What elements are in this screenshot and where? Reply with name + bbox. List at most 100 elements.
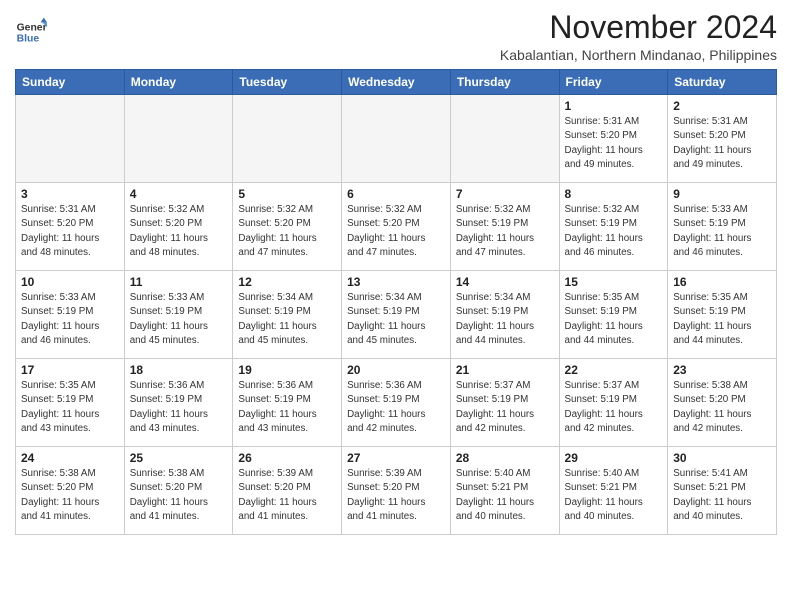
svg-text:General: General: [17, 22, 47, 33]
day-number: 25: [130, 451, 228, 465]
calendar-cell: [342, 95, 451, 183]
calendar-cell: [450, 95, 559, 183]
calendar-cell: 29 Sunrise: 5:40 AMSunset: 5:21 PMDayligh…: [559, 447, 668, 535]
day-info: Sunrise: 5:34 AMSunset: 5:19 PMDaylight:…: [347, 291, 445, 348]
weekday-friday: Friday: [559, 70, 668, 95]
weekday-sunday: Sunday: [16, 70, 125, 95]
calendar-cell: [233, 95, 342, 183]
day-info: Sunrise: 5:40 AMSunset: 5:21 PMDaylight:…: [565, 467, 663, 524]
day-info: Sunrise: 5:36 AMSunset: 5:19 PMDaylight:…: [347, 379, 445, 436]
day-info: Sunrise: 5:36 AMSunset: 5:19 PMDaylight:…: [238, 379, 336, 436]
calendar-cell: 23 Sunrise: 5:38 AMSunset: 5:20 PMDayligh…: [668, 359, 777, 447]
day-info: Sunrise: 5:35 AMSunset: 5:19 PMDaylight:…: [21, 379, 119, 436]
day-info: Sunrise: 5:33 AMSunset: 5:19 PMDaylight:…: [21, 291, 119, 348]
calendar-cell: 19Sunrise: 5:36 AMSunset: 5:19 PMDayligh…: [233, 359, 342, 447]
day-number: 28: [456, 451, 554, 465]
day-number: 18: [130, 363, 228, 377]
day-number: 20: [347, 363, 445, 377]
day-number: 10: [21, 275, 119, 289]
day-info: Sunrise: 5:35 AMSunset: 5:19 PMDaylight:…: [565, 291, 663, 348]
day-info: Sunrise: 5:35 AMSunset: 5:19 PMDaylight:…: [673, 291, 771, 348]
weekday-monday: Monday: [124, 70, 233, 95]
calendar-cell: 5 Sunrise: 5:32 AMSunset: 5:20 PMDaylight…: [233, 183, 342, 271]
day-info: Sunrise: 5:33 AMSunset: 5:19 PMDaylight:…: [673, 203, 771, 260]
day-number: 6: [347, 187, 445, 201]
day-number: 5: [238, 187, 336, 201]
day-number: 29: [565, 451, 663, 465]
weekday-tuesday: Tuesday: [233, 70, 342, 95]
day-number: 26: [238, 451, 336, 465]
calendar-cell: 30Sunrise: 5:41 AMSunset: 5:21 PMDayligh…: [668, 447, 777, 535]
weekday-wednesday: Wednesday: [342, 70, 451, 95]
day-info: Sunrise: 5:33 AMSunset: 5:19 PMDaylight:…: [130, 291, 228, 348]
calendar: SundayMondayTuesdayWednesdayThursdayFrid…: [15, 69, 777, 535]
day-number: 27: [347, 451, 445, 465]
day-info: Sunrise: 5:32 AMSunset: 5:20 PMDaylight:…: [130, 203, 228, 260]
calendar-cell: 18 Sunrise: 5:36 AMSunset: 5:19 PMDayligh…: [124, 359, 233, 447]
calendar-cell: 2 Sunrise: 5:31 AMSunset: 5:20 PMDaylight…: [668, 95, 777, 183]
day-number: 7: [456, 187, 554, 201]
day-number: 23: [673, 363, 771, 377]
day-info: Sunrise: 5:34 AMSunset: 5:19 PMDaylight:…: [238, 291, 336, 348]
calendar-cell: 11 Sunrise: 5:33 AMSunset: 5:19 PMDayligh…: [124, 271, 233, 359]
calendar-cell: 24 Sunrise: 5:38 AMSunset: 5:20 PMDayligh…: [16, 447, 125, 535]
calendar-cell: 9Sunrise: 5:33 AMSunset: 5:19 PMDaylight…: [668, 183, 777, 271]
day-number: 2: [673, 99, 771, 113]
weekday-thursday: Thursday: [450, 70, 559, 95]
calendar-cell: 13 Sunrise: 5:34 AMSunset: 5:19 PMDayligh…: [342, 271, 451, 359]
day-number: 3: [21, 187, 119, 201]
calendar-cell: 4Sunrise: 5:32 AMSunset: 5:20 PMDaylight…: [124, 183, 233, 271]
day-info: Sunrise: 5:38 AMSunset: 5:20 PMDaylight:…: [130, 467, 228, 524]
calendar-cell: 22Sunrise: 5:37 AMSunset: 5:19 PMDayligh…: [559, 359, 668, 447]
calendar-cell: 10 Sunrise: 5:33 AMSunset: 5:19 PMDayligh…: [16, 271, 125, 359]
day-info: Sunrise: 5:32 AMSunset: 5:20 PMDaylight:…: [238, 203, 336, 260]
day-info: Sunrise: 5:36 AMSunset: 5:19 PMDaylight:…: [130, 379, 228, 436]
calendar-cell: 15 Sunrise: 5:35 AMSunset: 5:19 PMDayligh…: [559, 271, 668, 359]
week-row-4: 17 Sunrise: 5:35 AMSunset: 5:19 PMDayligh…: [16, 359, 777, 447]
weekday-header-row: SundayMondayTuesdayWednesdayThursdayFrid…: [16, 70, 777, 95]
calendar-cell: 12 Sunrise: 5:34 AMSunset: 5:19 PMDayligh…: [233, 271, 342, 359]
day-info: Sunrise: 5:32 AMSunset: 5:19 PMDaylight:…: [565, 203, 663, 260]
calendar-cell: 17 Sunrise: 5:35 AMSunset: 5:19 PMDayligh…: [16, 359, 125, 447]
calendar-cell: 1Sunrise: 5:31 AMSunset: 5:20 PMDaylight…: [559, 95, 668, 183]
day-number: 24: [21, 451, 119, 465]
calendar-cell: 26 Sunrise: 5:39 AMSunset: 5:20 PMDayligh…: [233, 447, 342, 535]
calendar-cell: 8 Sunrise: 5:32 AMSunset: 5:19 PMDaylight…: [559, 183, 668, 271]
page-header: General Blue November 2024 Kabalantian, …: [15, 10, 777, 63]
day-info: Sunrise: 5:38 AMSunset: 5:20 PMDaylight:…: [673, 379, 771, 436]
calendar-cell: 27Sunrise: 5:39 AMSunset: 5:20 PMDayligh…: [342, 447, 451, 535]
calendar-cell: 16Sunrise: 5:35 AMSunset: 5:19 PMDayligh…: [668, 271, 777, 359]
day-number: 11: [130, 275, 228, 289]
month-title: November 2024: [500, 10, 777, 45]
calendar-cell: 25 Sunrise: 5:38 AMSunset: 5:20 PMDayligh…: [124, 447, 233, 535]
svg-text:Blue: Blue: [17, 34, 40, 45]
day-info: Sunrise: 5:31 AMSunset: 5:20 PMDaylight:…: [673, 115, 771, 172]
logo: General Blue: [15, 16, 47, 48]
calendar-cell: 21Sunrise: 5:37 AMSunset: 5:19 PMDayligh…: [450, 359, 559, 447]
calendar-cell: 7Sunrise: 5:32 AMSunset: 5:19 PMDaylight…: [450, 183, 559, 271]
day-number: 8: [565, 187, 663, 201]
day-number: 21: [456, 363, 554, 377]
calendar-cell: 28 Sunrise: 5:40 AMSunset: 5:21 PMDayligh…: [450, 447, 559, 535]
day-info: Sunrise: 5:39 AMSunset: 5:20 PMDaylight:…: [238, 467, 336, 524]
location: Kabalantian, Northern Mindanao, Philippi…: [500, 47, 777, 63]
logo-icon: General Blue: [15, 16, 47, 48]
day-number: 14: [456, 275, 554, 289]
day-number: 17: [21, 363, 119, 377]
day-info: Sunrise: 5:32 AMSunset: 5:20 PMDaylight:…: [347, 203, 445, 260]
day-number: 12: [238, 275, 336, 289]
week-row-3: 10 Sunrise: 5:33 AMSunset: 5:19 PMDayligh…: [16, 271, 777, 359]
calendar-cell: [16, 95, 125, 183]
day-info: Sunrise: 5:41 AMSunset: 5:21 PMDaylight:…: [673, 467, 771, 524]
day-info: Sunrise: 5:38 AMSunset: 5:20 PMDaylight:…: [21, 467, 119, 524]
title-block: November 2024 Kabalantian, Northern Mind…: [500, 10, 777, 63]
day-number: 15: [565, 275, 663, 289]
calendar-cell: 6 Sunrise: 5:32 AMSunset: 5:20 PMDaylight…: [342, 183, 451, 271]
day-info: Sunrise: 5:40 AMSunset: 5:21 PMDaylight:…: [456, 467, 554, 524]
calendar-cell: 20 Sunrise: 5:36 AMSunset: 5:19 PMDayligh…: [342, 359, 451, 447]
day-number: 13: [347, 275, 445, 289]
day-info: Sunrise: 5:34 AMSunset: 5:19 PMDaylight:…: [456, 291, 554, 348]
day-number: 1: [565, 99, 663, 113]
weekday-saturday: Saturday: [668, 70, 777, 95]
week-row-2: 3Sunrise: 5:31 AMSunset: 5:20 PMDaylight…: [16, 183, 777, 271]
